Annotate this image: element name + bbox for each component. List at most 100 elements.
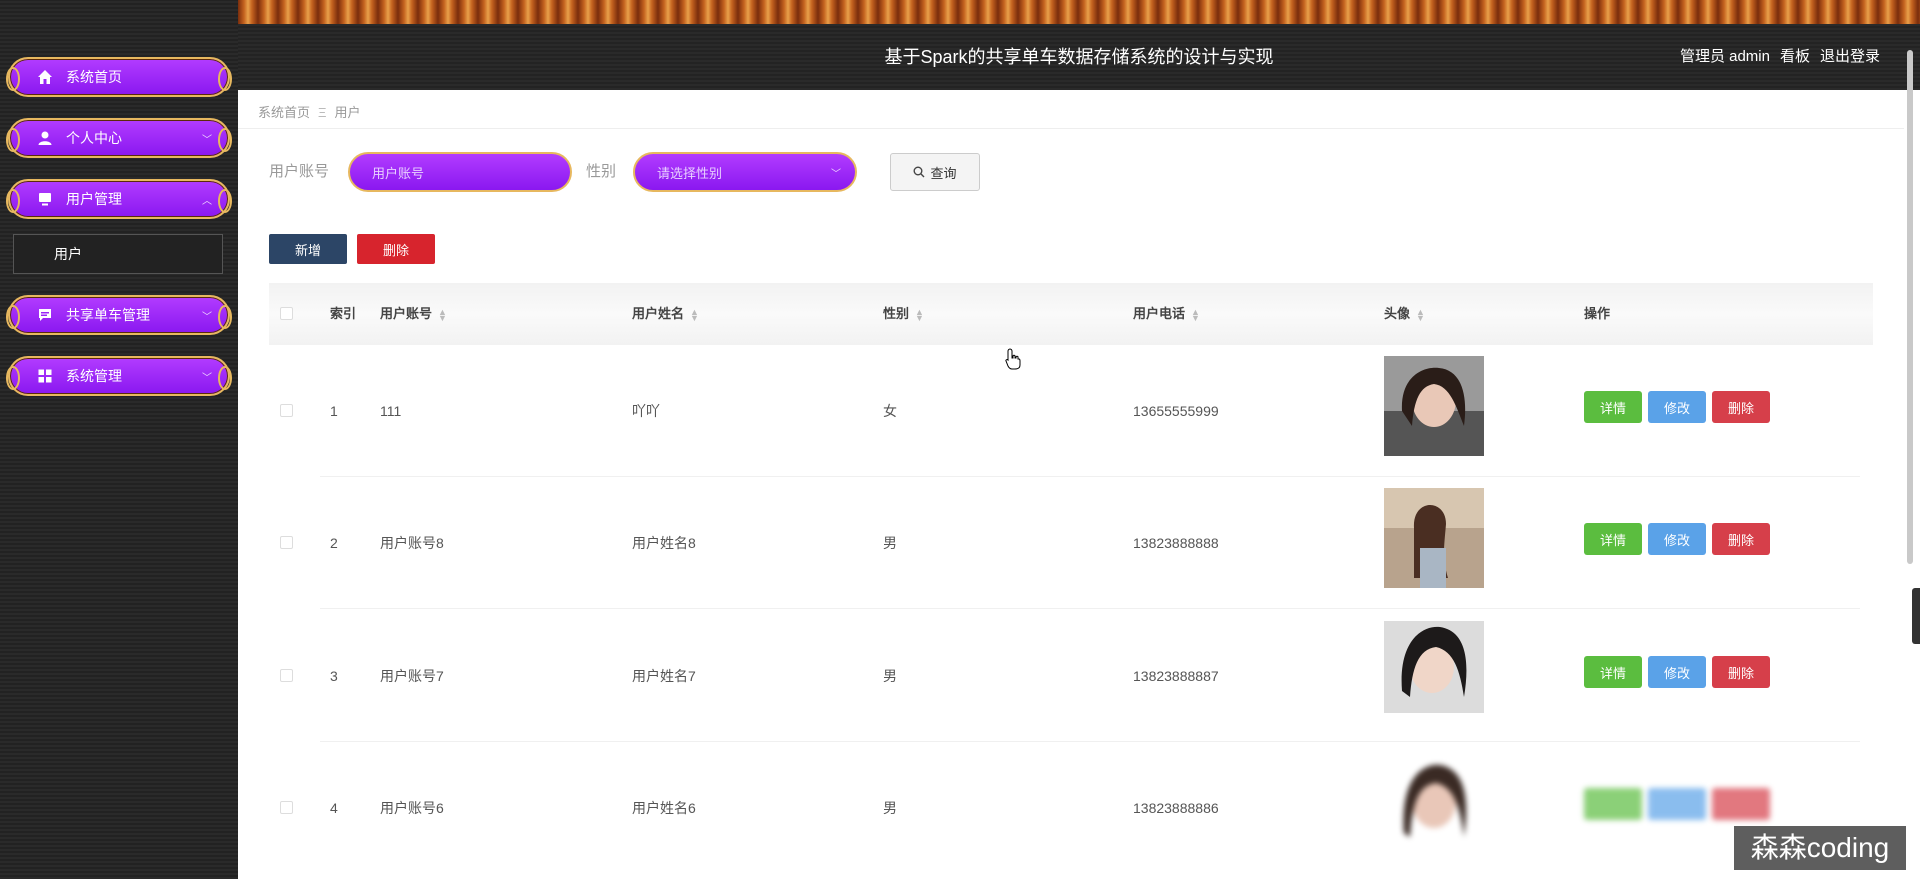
hand-cursor-icon bbox=[1005, 348, 1021, 375]
column-header-gender[interactable]: 性别 ▲ ▼ bbox=[883, 283, 924, 345]
row-checkbox[interactable] bbox=[280, 536, 293, 549]
cell-name: 吖吖 bbox=[632, 403, 660, 419]
chevron-down-icon: ﹀ bbox=[202, 372, 212, 384]
row-checkbox[interactable] bbox=[280, 669, 293, 682]
watermark: 森森coding bbox=[1734, 826, 1906, 870]
table-row: 2 用户账号8 用户姓名8 男 13823888888 详情 修改 删除 bbox=[269, 477, 1873, 609]
cell-index: 2 bbox=[330, 535, 338, 551]
column-header-avatar[interactable]: 头像 ▲ ▼ bbox=[1384, 283, 1425, 345]
detail-button[interactable]: 详情 bbox=[1584, 656, 1642, 688]
query-button[interactable]: 查询 bbox=[890, 153, 980, 191]
sort-icon: ▲ ▼ bbox=[1191, 306, 1200, 323]
logout-link[interactable]: 退出登录 bbox=[1820, 48, 1880, 65]
table-row: 1 111 吖吖 女 13655555999 详情 修改 删除 bbox=[269, 345, 1873, 477]
select-all-checkbox[interactable] bbox=[280, 307, 293, 320]
sidebar-item-home[interactable]: 系统首页 bbox=[6, 57, 232, 97]
bulk-delete-button[interactable]: 删除 bbox=[357, 234, 435, 264]
column-header-index: 索引 bbox=[330, 306, 357, 321]
account-search-input[interactable]: 用户账号 bbox=[348, 152, 572, 192]
detail-button[interactable]: 详情 bbox=[1584, 523, 1642, 555]
sidebar-item-user-management[interactable]: 用户管理 ︿ bbox=[6, 179, 232, 219]
cell-gender: 男 bbox=[883, 800, 897, 816]
sidebar-item-label: 系统管理 bbox=[66, 368, 122, 384]
breadcrumb-home[interactable]: 系统首页 bbox=[258, 105, 310, 120]
cell-name: 用户姓名6 bbox=[632, 800, 696, 816]
column-header-phone[interactable]: 用户电话 ▲ ▼ bbox=[1133, 283, 1200, 345]
scrollbar[interactable] bbox=[1907, 50, 1913, 564]
avatar bbox=[1384, 488, 1484, 588]
sidebar-item-bike-management[interactable]: 共享单车管理 ﹀ bbox=[6, 295, 232, 335]
gender-label: 性别 bbox=[586, 163, 617, 180]
query-label: 查询 bbox=[930, 165, 957, 181]
sort-icon: ▲ ▼ bbox=[690, 306, 699, 323]
row-checkbox[interactable] bbox=[280, 404, 293, 417]
cell-phone: 13823888887 bbox=[1133, 668, 1219, 684]
monitor-icon bbox=[36, 190, 54, 208]
header-actions: 管理员 admin 看板 退出登录 bbox=[1670, 24, 1880, 90]
chevron-down-icon: ﹀ bbox=[202, 311, 212, 323]
column-header-name[interactable]: 用户姓名 ▲ ▼ bbox=[632, 283, 699, 345]
edit-button[interactable]: 修改 bbox=[1648, 523, 1706, 555]
sidebar-item-personal-center[interactable]: 个人中心 ﹀ bbox=[6, 118, 232, 158]
sidebar: 系统首页 个人中心 ﹀ 用户管理 ︿ 用户 共享单车管理 ﹀ 系统管理 ﹀ bbox=[0, 0, 238, 879]
home-icon bbox=[36, 68, 54, 86]
cell-index: 1 bbox=[330, 403, 338, 419]
avatar bbox=[1384, 753, 1484, 853]
board-link[interactable]: 看板 bbox=[1780, 48, 1810, 65]
gender-placeholder: 请选择性别 bbox=[657, 165, 723, 181]
delete-button[interactable] bbox=[1712, 788, 1770, 820]
cell-phone: 13823888886 bbox=[1133, 800, 1219, 816]
breadcrumb: 系统首页 Ξ 用户 bbox=[258, 102, 360, 121]
chevron-up-icon: ︿ bbox=[202, 195, 212, 207]
sidebar-item-label: 个人中心 bbox=[66, 130, 122, 146]
cell-gender: 男 bbox=[883, 668, 897, 684]
sort-icon: ▲ ▼ bbox=[438, 306, 447, 323]
side-tab[interactable] bbox=[1912, 588, 1920, 644]
cell-gender: 男 bbox=[883, 535, 897, 551]
user-icon bbox=[36, 129, 54, 147]
row-checkbox[interactable] bbox=[280, 801, 293, 814]
cell-name: 用户姓名7 bbox=[632, 668, 696, 684]
cell-account: 用户账号6 bbox=[380, 800, 444, 816]
delete-button[interactable]: 删除 bbox=[1712, 656, 1770, 688]
add-button[interactable]: 新增 bbox=[269, 234, 347, 264]
sidebar-item-label: 用户管理 bbox=[66, 191, 122, 207]
admin-label: 管理员 admin bbox=[1679, 48, 1770, 65]
column-header-actions: 操作 bbox=[1584, 306, 1611, 321]
page-title: 基于Spark的共享单车数据存储系统的设计与实现 bbox=[884, 47, 1274, 67]
account-placeholder: 用户账号 bbox=[372, 165, 425, 181]
search-icon bbox=[913, 166, 925, 178]
detail-button[interactable] bbox=[1584, 788, 1642, 820]
cell-index: 4 bbox=[330, 800, 338, 816]
breadcrumb-current: 用户 bbox=[334, 105, 361, 120]
chevron-down-icon: ﹀ bbox=[831, 168, 841, 180]
sort-icon: ▲ ▼ bbox=[1416, 306, 1425, 323]
delete-button[interactable]: 删除 bbox=[1712, 391, 1770, 423]
gender-select[interactable]: 请选择性别 ﹀ bbox=[633, 152, 857, 192]
cell-index: 3 bbox=[330, 668, 338, 684]
cell-phone: 13823888888 bbox=[1133, 535, 1219, 551]
sidebar-subitem-user[interactable]: 用户 bbox=[13, 234, 223, 274]
detail-button[interactable]: 详情 bbox=[1584, 391, 1642, 423]
sidebar-item-system-management[interactable]: 系统管理 ﹀ bbox=[6, 356, 232, 396]
cell-account: 用户账号7 bbox=[380, 668, 444, 684]
edit-button[interactable]: 修改 bbox=[1648, 391, 1706, 423]
table-row: 3 用户账号7 用户姓名7 男 13823888887 详情 修改 删除 bbox=[269, 610, 1873, 742]
column-header-account[interactable]: 用户账号 ▲ ▼ bbox=[380, 283, 447, 345]
edit-button[interactable] bbox=[1648, 788, 1706, 820]
sort-icon: ▲ ▼ bbox=[915, 306, 924, 323]
cell-account: 用户账号8 bbox=[380, 535, 444, 551]
table-row: 4 用户账号6 用户姓名6 男 13823888886 bbox=[269, 742, 1873, 879]
breadcrumb-separator: Ξ bbox=[318, 105, 327, 120]
table-header: 索引 用户账号 ▲ ▼ 用户姓名 ▲ ▼ 性别 ▲ ▼ 用户电话 ▲ ▼ 头像 ▲ ▼ 操作 bbox=[269, 283, 1873, 345]
sidebar-item-label: 共享单车管理 bbox=[66, 307, 150, 323]
divider bbox=[238, 128, 1904, 129]
chat-icon bbox=[36, 306, 54, 324]
edit-button[interactable]: 修改 bbox=[1648, 656, 1706, 688]
header: 基于Spark的共享单车数据存储系统的设计与实现 管理员 admin 看板 退出登录 bbox=[238, 24, 1920, 90]
cell-name: 用户姓名8 bbox=[632, 535, 696, 551]
chevron-down-icon: ﹀ bbox=[202, 134, 212, 146]
sidebar-item-label: 系统首页 bbox=[66, 69, 122, 85]
delete-button[interactable]: 删除 bbox=[1712, 523, 1770, 555]
grid-icon bbox=[36, 367, 54, 385]
